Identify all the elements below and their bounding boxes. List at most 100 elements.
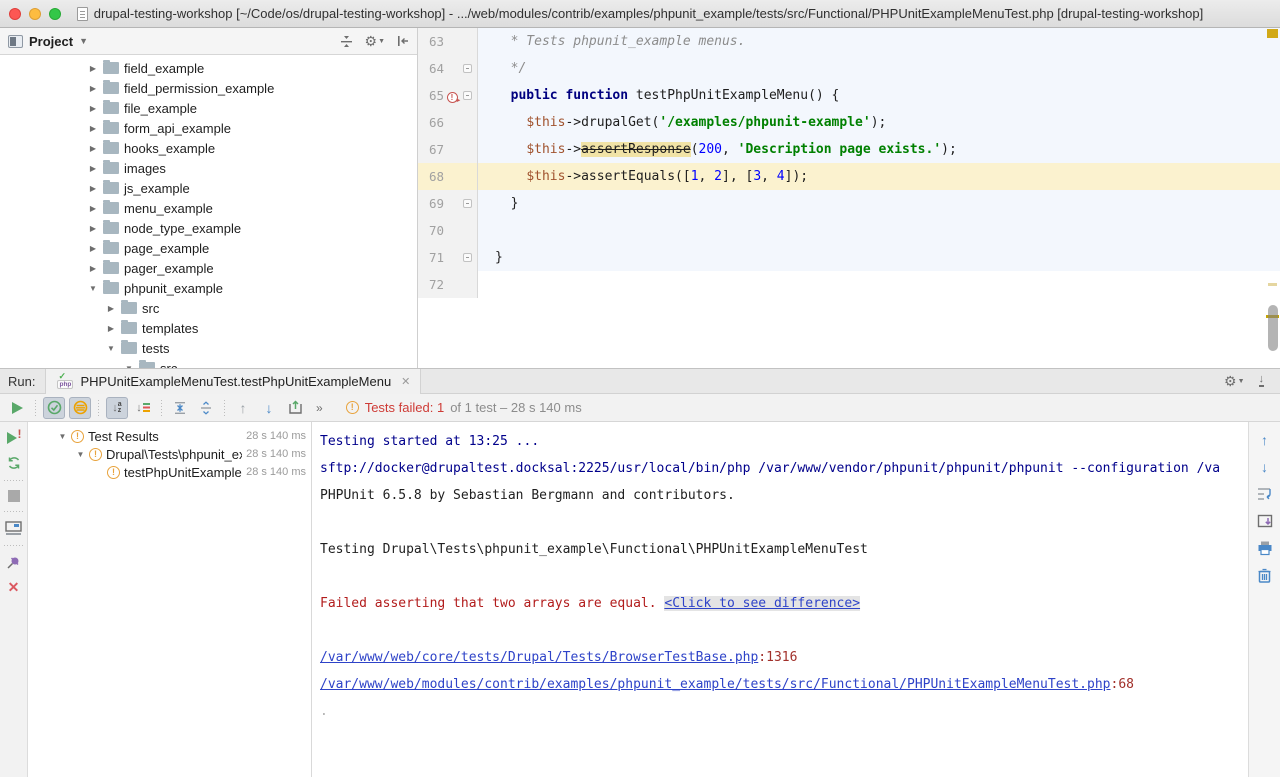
- tree-item[interactable]: pager_example: [0, 258, 417, 278]
- chevron-right-icon[interactable]: [88, 124, 98, 133]
- show-ignored-icon[interactable]: [69, 397, 91, 419]
- collapse-all-icon[interactable]: [195, 397, 217, 419]
- close-icon[interactable]: ✕: [8, 579, 20, 596]
- pin-tab-icon[interactable]: [6, 555, 21, 570]
- chevron-right-icon[interactable]: [88, 204, 98, 213]
- chevron-right-icon[interactable]: [88, 84, 98, 93]
- rerun-failed-tests-icon[interactable]: !: [6, 430, 22, 446]
- chevron-down-icon[interactable]: [106, 344, 116, 353]
- zoom-window-icon[interactable]: [49, 8, 61, 20]
- tree-item[interactable]: tests: [0, 338, 417, 358]
- editor-scrollbar-thumb[interactable]: [1268, 305, 1278, 351]
- console-link[interactable]: /var/www/web/modules/contrib/examples/ph…: [320, 677, 1111, 692]
- sort-by-duration-icon[interactable]: [132, 397, 154, 419]
- console-link[interactable]: /var/www/web/core/tests/Drupal/Tests/Bro…: [320, 650, 758, 665]
- minimize-window-icon[interactable]: [29, 8, 41, 20]
- test-error-icon: !: [89, 448, 102, 461]
- scroll-to-end-icon[interactable]: [1257, 513, 1273, 529]
- chevron-down-icon[interactable]: [124, 364, 134, 369]
- close-window-icon[interactable]: [9, 8, 21, 20]
- tree-item[interactable]: menu_example: [0, 198, 417, 218]
- next-failed-test-icon[interactable]: ↓: [258, 397, 280, 419]
- chevron-right-icon[interactable]: [106, 304, 116, 313]
- project-panel-title[interactable]: Project: [29, 34, 73, 49]
- code-line[interactable]: 67 $this->assertResponse(200, 'Descripti…: [418, 136, 1280, 163]
- console-line: Testing Drupal\Tests\phpunit_example\Fun…: [320, 536, 1248, 563]
- settings-gear-icon[interactable]: ⚙▼: [1224, 374, 1245, 388]
- sort-alphabetically-icon[interactable]: [106, 397, 128, 419]
- more-chevron-icon[interactable]: »: [316, 401, 322, 415]
- fold-marker-icon[interactable]: [463, 199, 472, 208]
- run-tab[interactable]: ✓php PHPUnitExampleMenuTest.testPhpUnitE…: [45, 369, 421, 394]
- chevron-down-icon[interactable]: [76, 450, 85, 459]
- tree-item[interactable]: form_api_example: [0, 118, 417, 138]
- chevron-down-icon[interactable]: [58, 432, 67, 441]
- test-failed-gutter-icon[interactable]: !: [447, 92, 458, 103]
- chevron-down-icon[interactable]: [88, 284, 98, 293]
- code-line-error-highlight[interactable]: 68 $this->assertEquals([1, 2], [3, 4]);: [418, 163, 1280, 190]
- code-line[interactable]: 69 }: [418, 190, 1280, 217]
- tree-item[interactable]: node_type_example: [0, 218, 417, 238]
- test-console[interactable]: Testing started at 13:25 ... sftp://dock…: [312, 422, 1248, 777]
- restore-layout-icon[interactable]: [5, 521, 22, 536]
- code-line[interactable]: 72: [418, 271, 1280, 298]
- chevron-right-icon[interactable]: [88, 164, 98, 173]
- tree-item[interactable]: hooks_example: [0, 138, 417, 158]
- tree-item[interactable]: file_example: [0, 98, 417, 118]
- code-line[interactable]: 63 * Tests phpunit_example menus.: [418, 28, 1280, 55]
- chevron-right-icon[interactable]: [88, 64, 98, 73]
- fold-marker-icon[interactable]: [463, 91, 472, 100]
- chevron-right-icon[interactable]: [88, 224, 98, 233]
- fold-marker-icon[interactable]: [463, 64, 472, 73]
- chevron-right-icon[interactable]: [106, 324, 116, 333]
- code-line[interactable]: 71}: [418, 244, 1280, 271]
- console-link[interactable]: <Click to see difference>: [664, 596, 860, 611]
- select-opened-file-icon[interactable]: [340, 35, 353, 48]
- tree-item[interactable]: images: [0, 158, 417, 178]
- clear-all-icon[interactable]: [1257, 567, 1273, 583]
- rerun-icon[interactable]: [6, 397, 28, 419]
- chevron-right-icon[interactable]: [88, 184, 98, 193]
- tree-item[interactable]: js_example: [0, 178, 417, 198]
- stop-icon[interactable]: [8, 490, 20, 502]
- tree-item[interactable]: templates: [0, 318, 417, 338]
- error-stripe-mark[interactable]: [1268, 283, 1277, 286]
- test-tree-row[interactable]: ! Test Results 28 s 140 ms: [28, 427, 311, 445]
- hide-panel-icon[interactable]: [397, 35, 409, 47]
- chevron-right-icon[interactable]: [88, 104, 98, 113]
- tree-item[interactable]: field_permission_example: [0, 78, 417, 98]
- tree-item[interactable]: page_example: [0, 238, 417, 258]
- tree-item[interactable]: src: [0, 358, 417, 368]
- test-tree-row[interactable]: ! testPhpUnitExampleMe 28 s 140 ms: [28, 463, 311, 481]
- code-line[interactable]: 70: [418, 217, 1280, 244]
- error-stripe: [1266, 28, 1280, 368]
- show-passed-icon[interactable]: [43, 397, 65, 419]
- code-line[interactable]: 65! public function testPhpUnitExampleMe…: [418, 82, 1280, 109]
- chevron-right-icon[interactable]: [88, 264, 98, 273]
- previous-failed-test-icon[interactable]: ↑: [232, 397, 254, 419]
- prev-message-icon[interactable]: ↑: [1257, 432, 1273, 448]
- fold-marker-icon[interactable]: [463, 253, 472, 262]
- chevron-down-icon[interactable]: ▼: [79, 36, 88, 46]
- close-tab-icon[interactable]: ✕: [401, 375, 410, 388]
- toggle-auto-test-icon[interactable]: [6, 455, 22, 471]
- hide-panel-icon[interactable]: ↓: [1259, 375, 1265, 387]
- settings-gear-icon[interactable]: ⚙▼: [365, 34, 386, 48]
- chevron-right-icon[interactable]: [88, 144, 98, 153]
- code-line[interactable]: 66 $this->drupalGet('/examples/phpunit-e…: [418, 109, 1280, 136]
- print-icon[interactable]: [1257, 540, 1273, 556]
- code-line[interactable]: 64 */: [418, 55, 1280, 82]
- tree-item[interactable]: src: [0, 298, 417, 318]
- import-test-results-icon[interactable]: [284, 397, 306, 419]
- chevron-right-icon[interactable]: [88, 244, 98, 253]
- run-panel: Run: ✓php PHPUnitExampleMenuTest.testPhp…: [0, 368, 1280, 777]
- tree-item[interactable]: field_example: [0, 58, 417, 78]
- error-stripe-mark[interactable]: [1267, 29, 1278, 38]
- folder-icon: [103, 162, 119, 174]
- tree-item[interactable]: phpunit_example: [0, 278, 417, 298]
- soft-wrap-icon[interactable]: [1257, 486, 1273, 502]
- expand-all-icon[interactable]: [169, 397, 191, 419]
- code-editor[interactable]: 63 * Tests phpunit_example menus. 64 */ …: [418, 28, 1280, 368]
- test-tree-row[interactable]: ! Drupal\Tests\phpunit_exa 28 s 140 ms: [28, 445, 311, 463]
- next-message-icon[interactable]: ↓: [1257, 459, 1273, 475]
